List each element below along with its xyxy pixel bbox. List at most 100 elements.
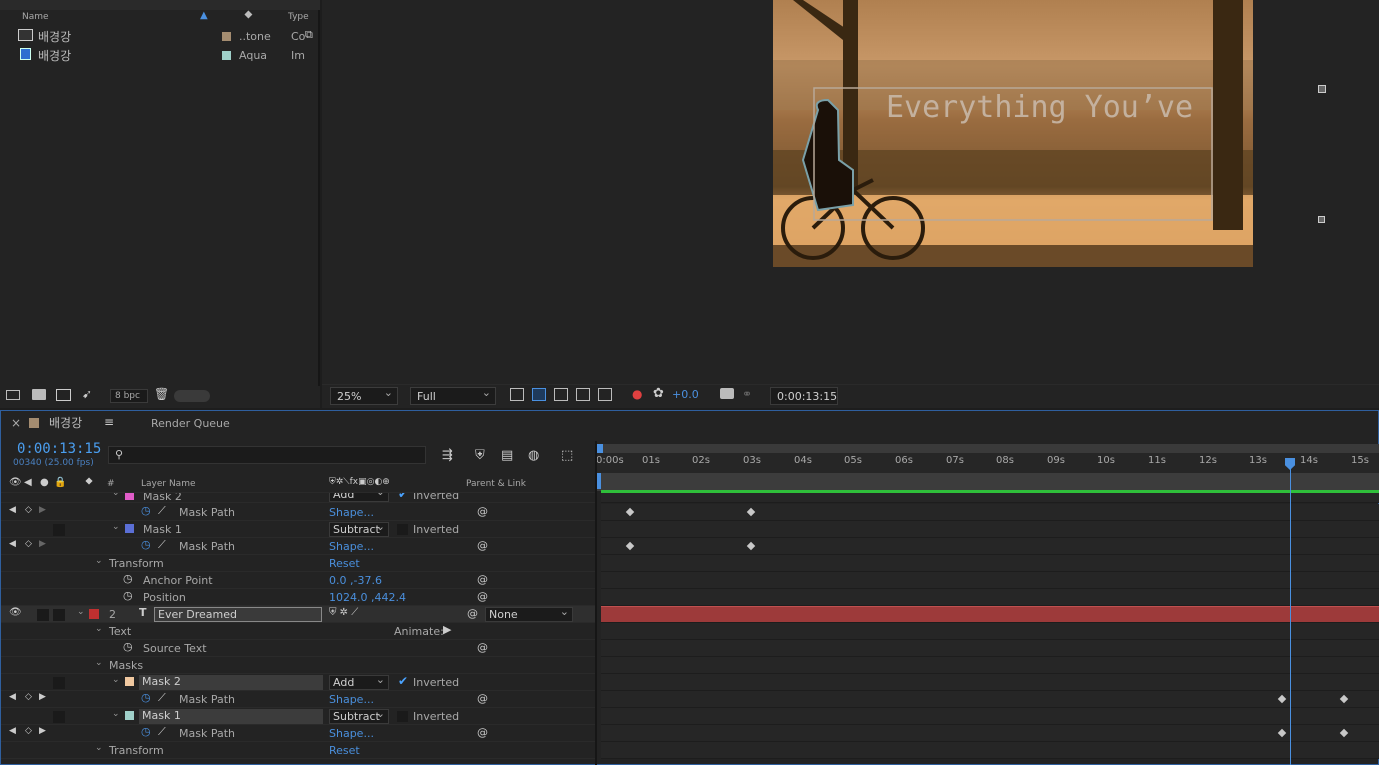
row-mask-path-1a[interactable]: ◀ ◇ ▶ ◷ ⟋ Mask Path Shape... @ (1, 538, 595, 555)
comp-marker-track[interactable] (596, 473, 1379, 491)
graph-icon[interactable]: ⟋ (158, 691, 166, 705)
current-time-indicator-line[interactable] (1290, 469, 1291, 765)
row-source-text[interactable]: ◷ Source Text @ (1, 640, 595, 657)
mask-mode-dropdown[interactable]: Subtract (329, 709, 389, 724)
stopwatch-icon[interactable]: ◷ (141, 538, 151, 551)
row-transform-b[interactable]: ⌄ Transform Reset (1, 742, 595, 759)
parent-link-header[interactable]: Parent & Link (466, 479, 526, 489)
interpret-footage-icon[interactable] (6, 390, 20, 400)
stopwatch-icon[interactable]: ◷ (123, 572, 133, 585)
timeline-current-time[interactable]: 0:00:13:15 (17, 441, 101, 457)
panel-menu-icon[interactable]: ≡ (104, 415, 114, 429)
parent-dropdown[interactable]: None (485, 607, 573, 622)
track-source-text[interactable] (601, 640, 1379, 657)
graph-icon[interactable]: ⟋ (158, 725, 166, 739)
track-anchor-point[interactable] (601, 572, 1379, 589)
mask-name[interactable]: Mask 2 (139, 675, 323, 690)
twirl-caret-icon[interactable]: ⌄ (95, 658, 103, 668)
add-keyframe-icon[interactable]: ◇ (25, 539, 32, 549)
stopwatch-icon[interactable]: ◷ (141, 725, 151, 738)
lock-box[interactable] (53, 711, 65, 723)
track-mask-2b[interactable] (601, 674, 1379, 691)
lock-box[interactable] (53, 609, 65, 621)
trash-icon[interactable]: 🗑 (154, 387, 169, 401)
track-text[interactable] (601, 623, 1379, 640)
render-queue-tab[interactable]: Render Queue (151, 417, 230, 430)
prev-keyframe-icon[interactable]: ◀ (9, 505, 16, 515)
pick-whip-icon[interactable]: @ (467, 607, 478, 620)
twirl-caret-icon[interactable]: ⌄ (112, 709, 120, 719)
row-layer-2[interactable]: 👁 ⌄ 2 T Ever Dreamed ⛨ ✲ ⟋ @ None (1, 606, 595, 623)
animate-play-icon[interactable]: ▶ (443, 623, 451, 636)
new-folder-icon[interactable] (32, 389, 46, 400)
snapshot-camera-icon[interactable] (720, 388, 734, 399)
track-mask-path-2b[interactable] (601, 691, 1379, 708)
lock-box[interactable] (53, 677, 65, 689)
pick-whip-icon[interactable]: @ (477, 692, 488, 705)
track-mask-path-1b[interactable] (601, 725, 1379, 742)
keyframe[interactable] (1277, 694, 1287, 704)
col-type-header[interactable]: Type (288, 12, 309, 22)
zoom-dropdown[interactable]: 25% (330, 386, 398, 405)
prev-keyframe-icon[interactable]: ◀ (9, 692, 16, 702)
label-swatch[interactable] (222, 32, 231, 41)
lock-switch-icon[interactable]: 🔒 (54, 477, 66, 488)
mask-mode-dropdown[interactable]: Add (329, 493, 389, 502)
pick-whip-icon[interactable]: @ (477, 641, 488, 654)
pick-whip-icon[interactable]: @ (477, 505, 488, 518)
keyframe[interactable] (1339, 694, 1349, 704)
grid-guide-icon[interactable] (598, 388, 612, 401)
track-mask-path-1a[interactable] (601, 538, 1379, 555)
row-mask-2a[interactable]: ⌄ Mask 2 Add ✔ Inverted (1, 493, 595, 503)
work-area-bar[interactable] (596, 444, 1379, 453)
col-name-header[interactable]: Name (22, 12, 49, 22)
region-of-interest-icon[interactable] (576, 388, 590, 401)
row-mask-1a[interactable]: ⌄ Mask 1 Subtract Inverted (1, 521, 595, 538)
row-mask-path-2a[interactable]: ◀ ◇ ▶ ◷ ⟋ Mask Path Shape... @ (1, 504, 595, 521)
layer-search-input[interactable]: ⚲ (108, 446, 426, 464)
pick-whip-icon[interactable]: @ (477, 726, 488, 739)
mask-color-swatch[interactable] (125, 524, 134, 533)
reset-link[interactable]: Reset (329, 557, 360, 570)
keyframe[interactable] (625, 541, 635, 551)
prev-keyframe-icon[interactable]: ◀ (9, 726, 16, 736)
color-management-icon[interactable]: ✿ (653, 386, 664, 401)
twirl-caret-icon[interactable]: ⌄ (112, 493, 120, 498)
keyframe[interactable] (746, 507, 756, 517)
inverted-checkbox-icon[interactable]: ✔ (398, 493, 408, 501)
pick-whip-icon[interactable]: @ (477, 573, 488, 586)
label-tag-icon[interactable]: ⯁ (244, 9, 253, 23)
animate-label[interactable]: Animate: (394, 625, 444, 638)
twirl-caret-icon[interactable]: ⌄ (77, 607, 85, 617)
row-masks-group[interactable]: ⌄ Masks (1, 657, 595, 674)
mask-color-swatch[interactable] (125, 493, 134, 500)
inverted-checkbox[interactable] (397, 711, 408, 722)
row-transform-a[interactable]: ⌄ Transform Reset (1, 555, 595, 572)
project-item-image[interactable]: 배경강 Aqua Im (0, 47, 320, 64)
graph-editor-icon[interactable]: ⬚ (561, 448, 573, 463)
reset-link[interactable]: Reset (329, 744, 360, 757)
solo-box[interactable] (37, 609, 49, 621)
pick-whip-icon[interactable]: @ (477, 539, 488, 552)
bpc-button[interactable]: 8 bpc (110, 389, 148, 403)
row-mask-1b[interactable]: ⌄ Mask 1 Subtract Inverted (1, 708, 595, 725)
property-value-link[interactable]: Shape... (329, 506, 374, 519)
lock-box[interactable] (53, 524, 65, 536)
property-value[interactable]: 1024.0 ,442.4 (329, 591, 406, 604)
composition-viewer[interactable]: Everything You’ve 25% Full ● ✿ +0.0 ⚭ 0:… (322, 0, 1379, 408)
mask-name[interactable]: Mask 1 (139, 709, 323, 724)
property-value[interactable]: 0.0 ,-37.6 (329, 574, 382, 587)
mask-vertex-handle[interactable] (1318, 85, 1326, 93)
motion-blur-icon[interactable]: ◍ (528, 448, 539, 463)
track-position[interactable] (601, 589, 1379, 606)
add-keyframe-icon[interactable]: ◇ (25, 505, 32, 515)
twirl-caret-icon[interactable]: ⌄ (95, 556, 103, 566)
mask-vertex-handle[interactable] (1318, 216, 1325, 223)
stopwatch-icon[interactable]: ◷ (123, 589, 133, 602)
property-value-link[interactable]: Shape... (329, 540, 374, 553)
thumbnail-toggle[interactable] (174, 390, 210, 402)
show-snapshot-icon[interactable]: ⚭ (742, 387, 752, 401)
prev-keyframe-icon[interactable]: ◀ (9, 539, 16, 549)
fast-previews-icon[interactable] (510, 388, 524, 401)
stopwatch-icon[interactable]: ◷ (123, 640, 133, 653)
